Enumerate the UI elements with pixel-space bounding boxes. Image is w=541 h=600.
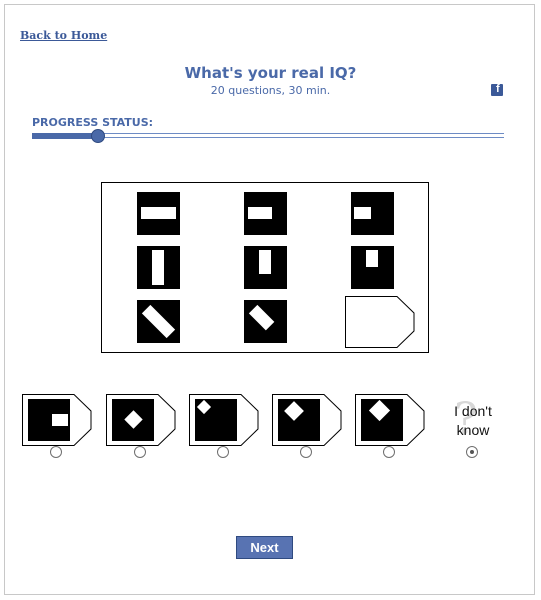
progress-fill (32, 133, 98, 139)
facebook-icon[interactable]: f (491, 83, 503, 96)
dont-know-line-1: I don't (454, 403, 492, 419)
answer-radio-5[interactable] (383, 446, 395, 458)
puzzle-cell-6 (351, 246, 394, 289)
puzzle-cell-2 (244, 192, 287, 235)
puzzle-cell-3 (351, 192, 394, 235)
answer-option-5[interactable] (355, 394, 425, 446)
answer-radio-dont-know[interactable] (466, 446, 478, 458)
answer-option-2[interactable] (106, 394, 176, 446)
dont-know-label: I don't know (440, 402, 506, 440)
quiz-subtitle: 20 questions, 30 min. (210, 84, 331, 97)
puzzle-cell-5 (244, 246, 287, 289)
dont-know-option[interactable]: ? I don't know (440, 398, 506, 446)
answer-option-1[interactable] (22, 394, 92, 446)
answer-radio-1[interactable] (50, 446, 62, 458)
progress-label: PROGRESS STATUS: (32, 116, 154, 129)
progress-thumb (91, 129, 105, 143)
answer-radio-4[interactable] (300, 446, 312, 458)
facebook-glyph: f (496, 83, 500, 95)
page-title: What's your real IQ? (184, 64, 357, 82)
puzzle-cell-8 (244, 300, 287, 343)
next-button[interactable]: Next (236, 536, 293, 559)
puzzle-cell-4 (137, 246, 180, 289)
puzzle-cell-1 (137, 192, 180, 235)
answer-radio-3[interactable] (217, 446, 229, 458)
answer-option-4[interactable] (272, 394, 342, 446)
dont-know-line-2: know (456, 422, 490, 438)
answer-option-3[interactable] (189, 394, 259, 446)
back-to-home-link[interactable]: Back to Home (20, 29, 107, 42)
answer-radio-2[interactable] (134, 446, 146, 458)
puzzle-cell-7 (137, 300, 180, 343)
puzzle-cell-missing (345, 296, 415, 348)
